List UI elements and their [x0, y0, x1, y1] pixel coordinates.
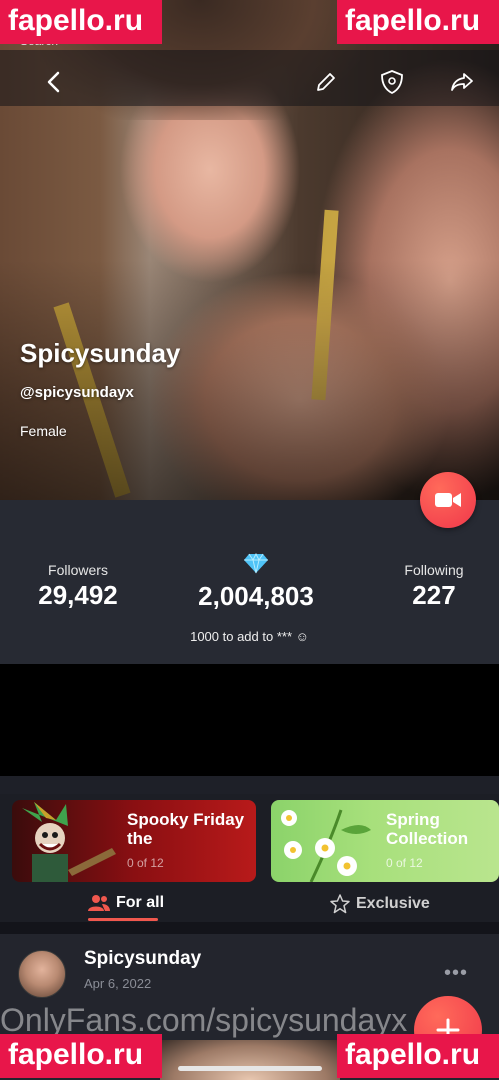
collection-count: 0 of 12 [127, 856, 164, 870]
following-stat[interactable]: Following 227 [384, 562, 484, 611]
post-image[interactable] [160, 1040, 340, 1080]
watermark-top-right: fapello.ru [337, 0, 499, 44]
share-icon [451, 73, 473, 91]
live-video-button[interactable] [420, 472, 476, 528]
watermark-bottom-right: fapello.ru [337, 1034, 499, 1078]
users-icon [88, 895, 110, 911]
followers-stat[interactable]: Followers 29,492 [18, 562, 138, 611]
following-label: Following [404, 562, 464, 578]
followers-label: Followers [48, 562, 108, 578]
tab-for-all-label: For all [116, 894, 165, 911]
gems-count: 2,004,803 [198, 581, 314, 611]
collection-title: Spring Collection [386, 810, 469, 848]
empty-area [0, 664, 499, 776]
gem-icon [244, 552, 268, 574]
following-count: 227 [412, 580, 456, 610]
daisy-artwork [281, 809, 371, 882]
edit-button[interactable] [310, 66, 342, 98]
watermark-top-left: fapello.ru [0, 0, 162, 44]
shield-icon [381, 70, 403, 95]
post-author[interactable]: Spicysunday [84, 948, 201, 970]
post-date: Apr 6, 2022 [84, 976, 152, 991]
star-icon [330, 894, 350, 914]
post-divider [0, 922, 499, 934]
edit-icon [317, 73, 335, 91]
tab-exclusive-label: Exclusive [356, 895, 430, 912]
profile-cover [0, 0, 499, 500]
video-camera-icon [435, 493, 461, 507]
watermark-bottom-left: fapello.ru [0, 1034, 162, 1078]
collection-card-spring[interactable]: Spring Collection 0 of 12 [271, 800, 499, 882]
collection-count: 0 of 12 [386, 856, 423, 870]
tab-exclusive[interactable]: Exclusive [330, 894, 430, 914]
tab-for-all[interactable]: For all [88, 894, 164, 912]
section-divider [0, 776, 499, 794]
followers-count: 29,492 [38, 580, 118, 610]
top-nav-bar [0, 50, 499, 106]
back-icon [47, 71, 60, 93]
profile-handle: @spicysundayx [20, 384, 134, 401]
collection-card-spooky[interactable]: Spooky Friday the 0 of 12 [12, 800, 256, 882]
gem-goal-note: 1000 to add to *** ☺ [190, 629, 309, 644]
share-button[interactable] [446, 66, 478, 98]
profile-display-name: Spicysunday [20, 338, 181, 368]
collection-title: Spooky Friday the [127, 810, 245, 848]
profile-gender: Female [20, 423, 67, 439]
back-button[interactable] [38, 66, 70, 98]
post-more-button[interactable]: ••• [444, 962, 468, 985]
gems-stat[interactable]: 2,004,803 [176, 552, 336, 612]
cover-gradient [0, 260, 499, 500]
avatar[interactable] [18, 950, 66, 998]
jester-artwork [22, 802, 116, 882]
active-tab-indicator [88, 918, 158, 921]
safety-button[interactable] [376, 66, 408, 98]
home-indicator[interactable] [178, 1066, 322, 1071]
